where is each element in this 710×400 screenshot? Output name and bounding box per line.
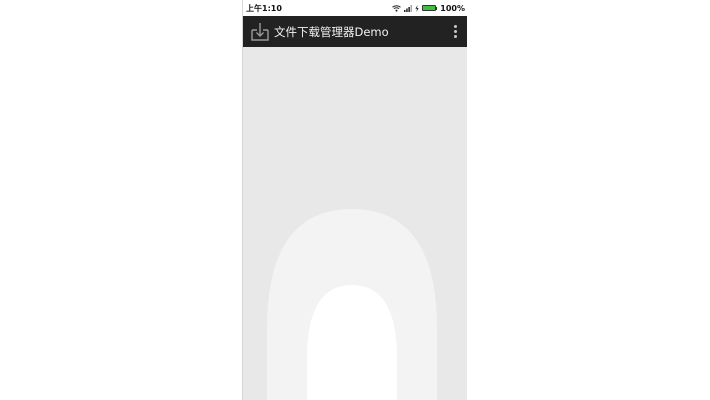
action-bar: 文件下载管理器Demo [243, 16, 467, 47]
overflow-menu-icon[interactable] [448, 21, 462, 43]
placeholder-ring-graphic [267, 209, 437, 400]
status-bar: 上午1:10 100% [243, 0, 467, 16]
download-icon[interactable] [249, 21, 271, 43]
battery-icon [421, 5, 438, 11]
status-icons: 100% [391, 3, 465, 13]
wifi-icon [391, 4, 401, 12]
status-time: 上午1:10 [246, 3, 282, 13]
screenshot-stage: 上午1:10 100% 文件下载管理器Demo [0, 0, 710, 400]
content-area [243, 47, 467, 400]
battery-percent: 100% [440, 3, 465, 13]
charge-icon [415, 4, 419, 12]
signal-icon [403, 4, 412, 12]
app-title: 文件下载管理器Demo [274, 24, 389, 39]
phone-screen: 上午1:10 100% 文件下载管理器Demo [242, 0, 467, 400]
